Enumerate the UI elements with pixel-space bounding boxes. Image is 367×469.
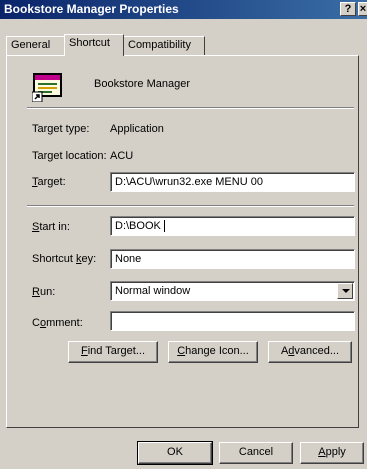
start-in-value: D:\BOOK <box>115 220 161 232</box>
cancel-button[interactable]: Cancel <box>219 442 293 464</box>
text-cursor <box>163 220 165 233</box>
properties-dialog: Bookstore Manager Properties ? × General… <box>0 0 367 469</box>
start-in-label: Start in: <box>32 221 70 233</box>
separator-middle <box>27 205 354 207</box>
chevron-down-icon[interactable] <box>337 283 353 299</box>
comment-label: Comment: <box>32 317 83 329</box>
application-shortcut-icon <box>32 73 62 102</box>
tab-general[interactable]: General <box>6 36 65 55</box>
shortcut-key-field[interactable]: None <box>110 249 355 269</box>
shortcut-panel <box>6 55 359 428</box>
title-bar[interactable]: Bookstore Manager Properties ? × <box>0 0 367 19</box>
target-location-label: Target location: <box>32 150 107 162</box>
target-type-value: Application <box>110 123 164 135</box>
tab-shortcut[interactable]: Shortcut <box>64 34 124 56</box>
shortcut-key-label: Shortcut key: <box>32 253 97 265</box>
separator-top <box>27 107 354 109</box>
run-label: Run: <box>32 286 56 298</box>
target-type-label: Target type: <box>32 123 90 135</box>
apply-button[interactable]: Apply <box>300 442 364 464</box>
run-select-value: Normal window <box>115 285 191 297</box>
tab-compatibility[interactable]: Compatibility <box>123 36 205 55</box>
close-button[interactable]: × <box>358 2 367 16</box>
run-select[interactable]: Normal window <box>110 281 355 301</box>
ok-button[interactable]: OK <box>137 441 213 465</box>
target-location-value: ACU <box>110 150 134 162</box>
change-icon-button[interactable]: Change Icon... <box>168 341 258 363</box>
start-in-field[interactable]: D:\BOOK <box>110 216 355 236</box>
find-target-button[interactable]: Find Target... <box>68 341 158 363</box>
help-button[interactable]: ? <box>340 2 356 16</box>
app-name: Bookstore Manager <box>94 78 190 90</box>
target-label: Target: <box>32 176 66 188</box>
comment-field[interactable] <box>110 311 355 331</box>
window-title: Bookstore Manager Properties <box>4 2 179 16</box>
target-field[interactable]: D:\ACU\wrun32.exe MENU 00 <box>110 172 355 192</box>
advanced-button[interactable]: Advanced... <box>268 341 352 363</box>
